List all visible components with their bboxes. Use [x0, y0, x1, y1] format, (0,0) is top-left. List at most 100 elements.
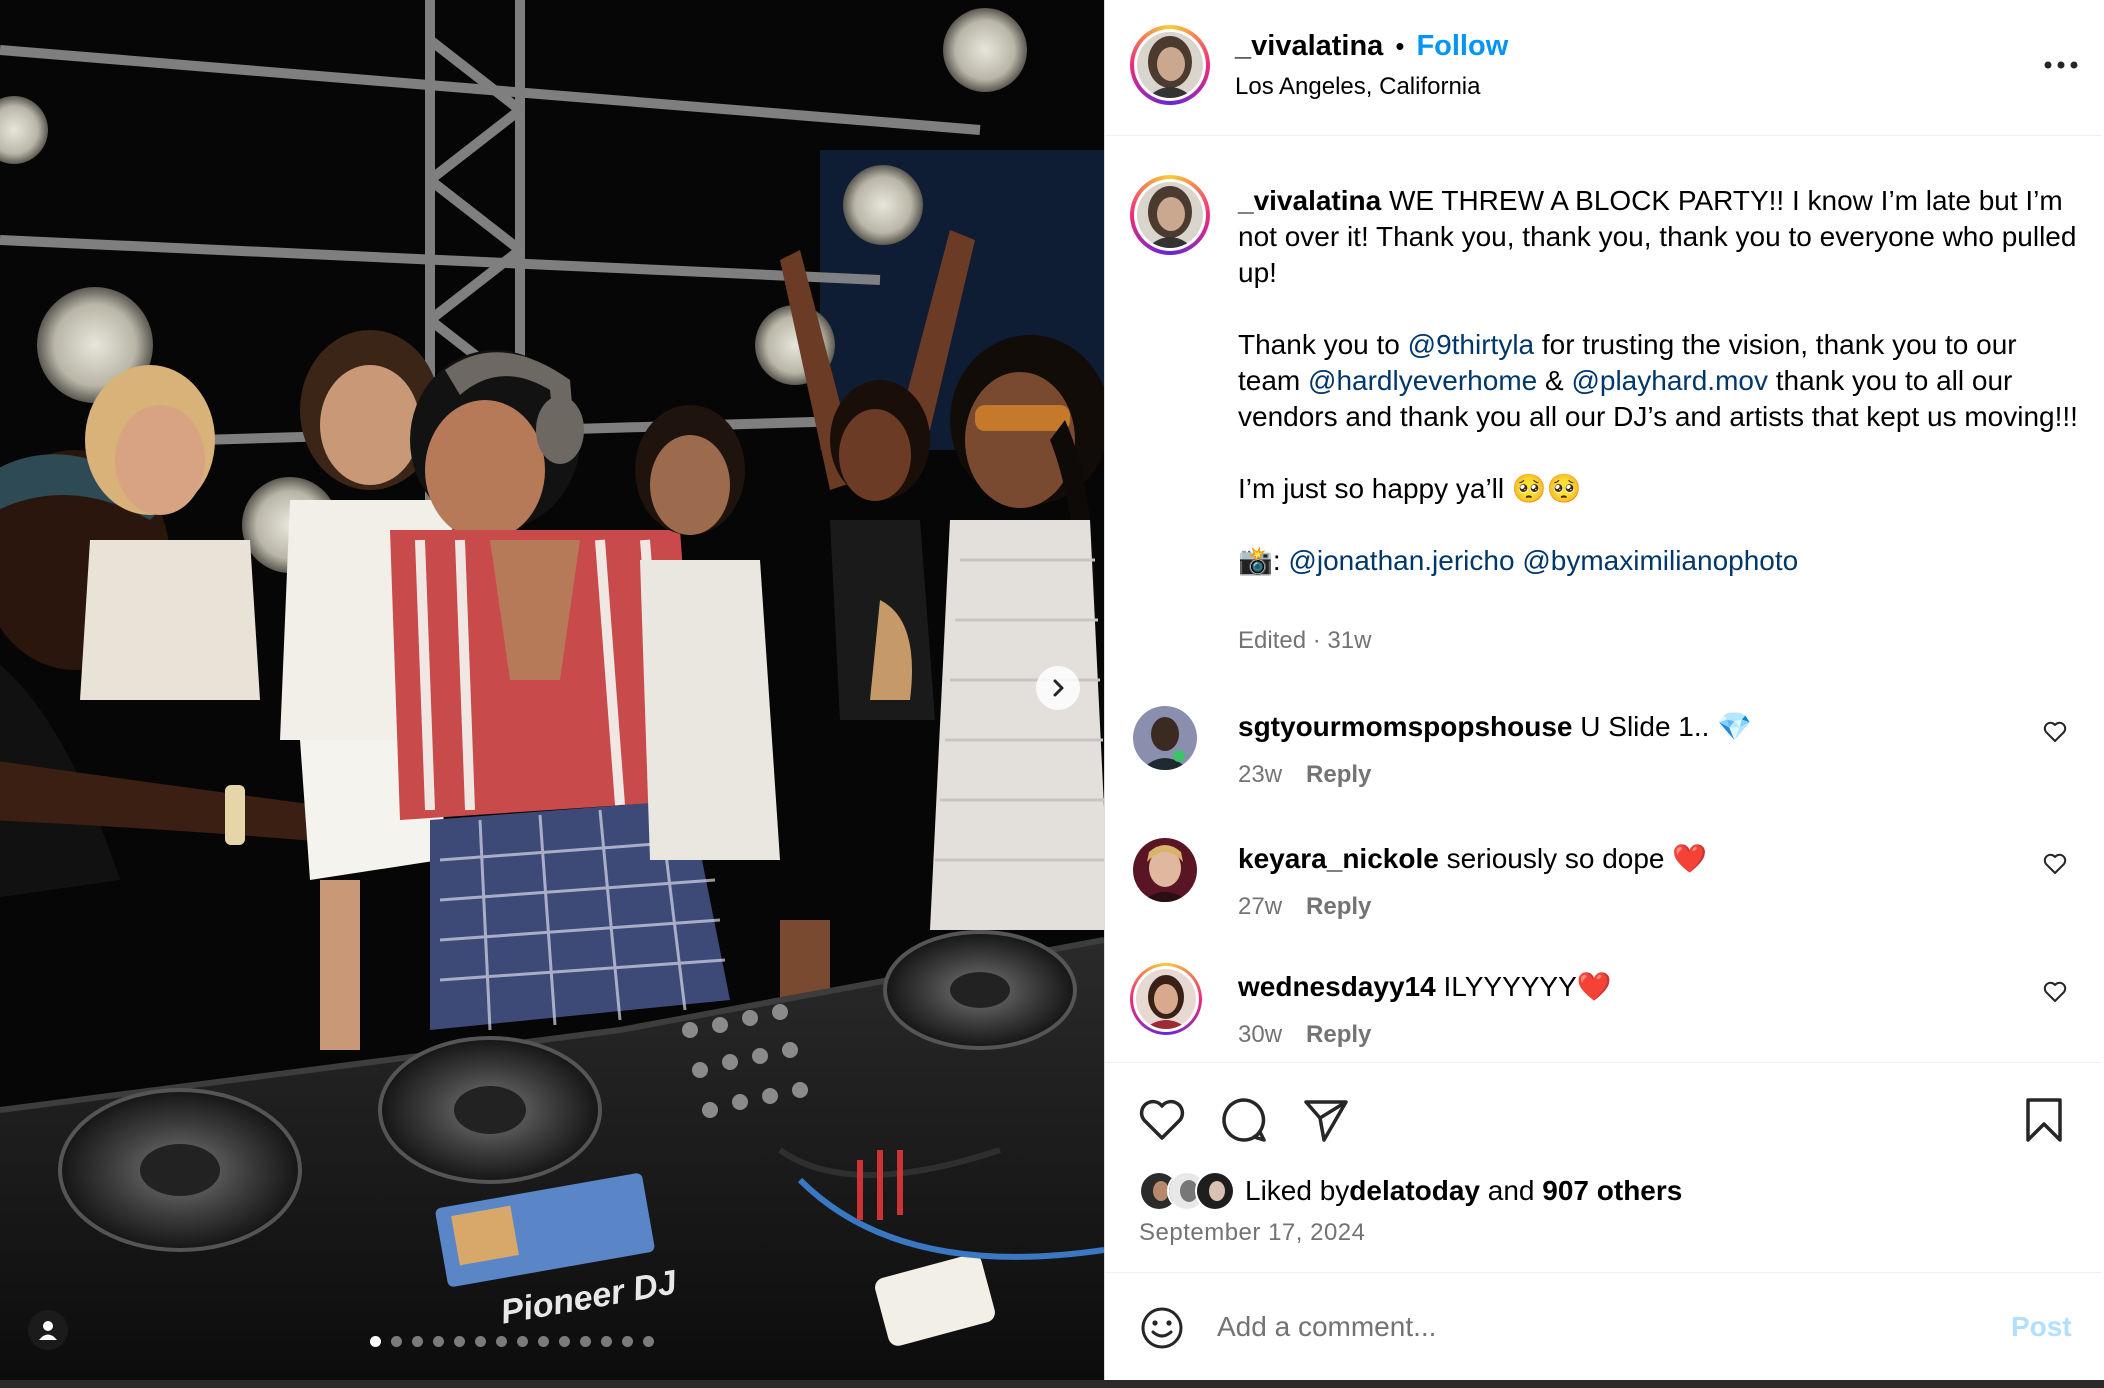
caption-username[interactable]: _vivalatina: [1238, 185, 1381, 216]
paper-plane-icon: [1304, 1100, 1348, 1142]
share-button[interactable]: [1299, 1093, 1353, 1147]
post-comment-button[interactable]: Post: [2011, 1311, 2072, 1343]
follow-button[interactable]: Follow: [1416, 30, 1508, 63]
mention-9thirtyla[interactable]: @9thirtyla: [1408, 329, 1534, 360]
reply-button[interactable]: Reply: [1306, 1021, 1371, 1049]
heart-outline-icon: [2043, 721, 2067, 742]
reply-button[interactable]: Reply: [1306, 893, 1371, 921]
emoji-button[interactable]: [1139, 1305, 1185, 1351]
chevron-right-icon: [1053, 679, 1064, 697]
comment-age: 30w: [1238, 1021, 1283, 1048]
post-header: _vivalatina • Follow Los Angeles, Califo…: [1105, 0, 2101, 136]
likes-others[interactable]: 907 others: [1542, 1175, 1682, 1207]
post-actions: Liked by delatoday and 907 others Septem…: [1105, 1062, 2101, 1272]
comment-like-button[interactable]: [2040, 977, 2070, 1007]
author-avatar[interactable]: [1130, 25, 1210, 105]
likes-user[interactable]: delatoday: [1349, 1175, 1480, 1207]
comment-meta: 23w Reply: [1238, 761, 1371, 789]
bookmark-icon: [2026, 1098, 2062, 1142]
caption-author-avatar[interactable]: [1130, 175, 1210, 255]
author-row: _vivalatina • Follow: [1235, 30, 1508, 63]
carousel-dot: [538, 1336, 549, 1347]
carousel-indicator: [370, 1336, 654, 1347]
liker-avatars[interactable]: [1139, 1171, 1235, 1211]
author-avatar-image: [1137, 32, 1203, 98]
carousel-next-button[interactable]: [1036, 666, 1080, 710]
comment-age: 23w: [1238, 761, 1283, 788]
more-options-button[interactable]: [2041, 50, 2081, 80]
commenter-avatar-image: [1136, 969, 1196, 1029]
mention-jonathan-jericho[interactable]: @jonathan.jericho: [1288, 545, 1514, 576]
carousel-dot: [391, 1336, 402, 1347]
carousel-dot: [496, 1336, 507, 1347]
likes-and: and: [1480, 1175, 1543, 1206]
carousel-dot: [601, 1336, 612, 1347]
comment-body: U Slide 1.. 💎: [1572, 711, 1753, 742]
party-photo-illustration: Pioneer DJ: [0, 0, 1104, 1380]
comment-username[interactable]: sgtyourmomspopshouse: [1238, 711, 1572, 742]
comment-body: ILYYYYYY❤️: [1435, 971, 1612, 1002]
post-date[interactable]: September 17, 2024: [1139, 1219, 1366, 1247]
comment-composer: Post: [1105, 1272, 2101, 1380]
comment-text: wednesdayy14 ILYYYYYY❤️: [1238, 970, 1612, 1004]
comment-item: sgtyourmomspopshouse U Slide 1.. 💎 23w R…: [1130, 703, 2080, 813]
comment-text: keyara_nickole seriously so dope ❤️: [1238, 842, 1707, 876]
carousel-dot: [517, 1336, 528, 1347]
commenter-avatar-image: [1133, 706, 1197, 770]
comment-text: sgtyourmomspopshouse U Slide 1.. 💎: [1238, 710, 1752, 744]
mention-bymaximilianophoto[interactable]: @bymaximilianophoto: [1522, 545, 1798, 576]
mention-playhard[interactable]: @playhard.mov: [1571, 365, 1768, 396]
emoji-icon: [1141, 1307, 1183, 1349]
caption-p2-c: &: [1537, 365, 1572, 396]
carousel-dot: [559, 1336, 570, 1347]
comment-meta: 27w Reply: [1238, 893, 1371, 921]
post-photo[interactable]: Pioneer DJ: [0, 0, 1104, 1380]
carousel-dot: [643, 1336, 654, 1347]
more-horizontal-icon: [2044, 61, 2078, 69]
comment-like-button[interactable]: [2040, 849, 2070, 879]
caption-p2-a: Thank you to: [1238, 329, 1408, 360]
comment-like-button[interactable]: [2040, 717, 2070, 747]
comment-meta: 30w Reply: [1238, 1021, 1371, 1049]
comment-item: keyara_nickole seriously so dope ❤️ 27w …: [1130, 835, 2080, 945]
comment-bubble-icon: [1222, 1098, 1266, 1142]
user-icon: [39, 1321, 57, 1340]
author-username[interactable]: _vivalatina: [1235, 30, 1383, 63]
comment-username[interactable]: wednesdayy14: [1238, 971, 1436, 1002]
carousel-dot: [412, 1336, 423, 1347]
reply-button[interactable]: Reply: [1306, 761, 1371, 789]
comment-body: seriously so dope ❤️: [1438, 843, 1708, 874]
tagged-users-button[interactable]: [28, 1310, 68, 1350]
commenter-avatar-image: [1133, 838, 1197, 902]
comment-avatar[interactable]: [1133, 838, 1197, 902]
carousel-dot: [580, 1336, 591, 1347]
post-details-panel: _vivalatina • Follow Los Angeles, Califo…: [1104, 0, 2104, 1380]
caption-p4-prefix: 📸:: [1238, 545, 1289, 576]
background-strip: [0, 1380, 2104, 1388]
mention-hardlyeverhome[interactable]: @hardlyeverhome: [1308, 365, 1537, 396]
comment-input[interactable]: [1217, 1301, 1957, 1353]
like-button[interactable]: [1135, 1093, 1189, 1147]
comment-button[interactable]: [1217, 1093, 1271, 1147]
heart-icon: [1139, 1099, 1185, 1140]
comment-avatar[interactable]: [1130, 963, 1202, 1035]
carousel-dot: [475, 1336, 486, 1347]
caption-edited-time: Edited · 31w: [1238, 627, 1372, 654]
carousel-dot: [454, 1336, 465, 1347]
separator-dot: •: [1395, 31, 1405, 61]
carousel-dot: [622, 1336, 633, 1347]
carousel-dot: [370, 1336, 381, 1347]
caption-avatar-image: [1137, 182, 1203, 248]
likes-summary: Liked by delatoday and 907 others: [1139, 1171, 1682, 1211]
heart-outline-icon: [2043, 981, 2067, 1002]
liker-avatar: [1195, 1171, 1235, 1211]
likes-prefix: Liked by: [1245, 1175, 1350, 1206]
save-button[interactable]: [2017, 1093, 2071, 1147]
caption-p3: I’m just so happy ya’ll 🥺🥺: [1238, 473, 1582, 504]
comment-username[interactable]: keyara_nickole: [1238, 843, 1439, 874]
carousel-dot: [433, 1336, 444, 1347]
heart-outline-icon: [2043, 853, 2067, 874]
comment-item: wednesdayy14 ILYYYYYY❤️ 30w Reply: [1130, 963, 2080, 1073]
post-location[interactable]: Los Angeles, California: [1235, 73, 1480, 101]
comment-avatar[interactable]: [1133, 706, 1197, 770]
